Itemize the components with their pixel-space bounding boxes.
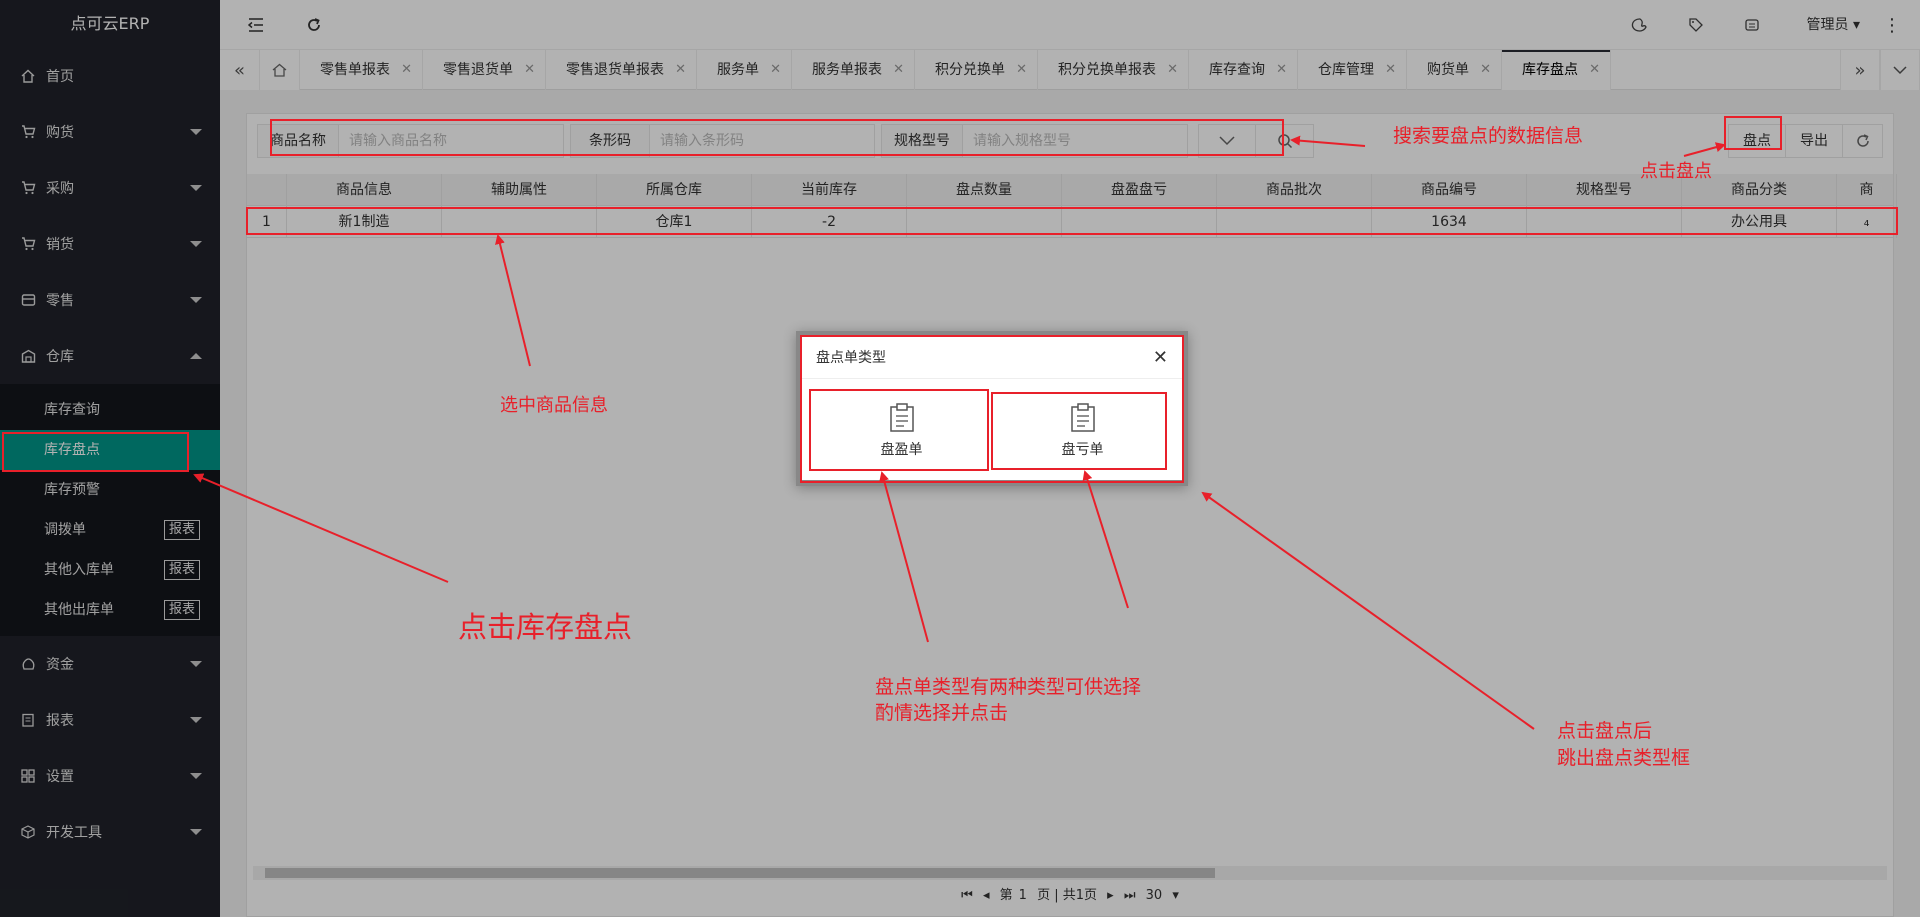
annotation-popup-note-2: 跳出盘点类型框 bbox=[1557, 747, 1691, 769]
annotation-box-sidebar bbox=[2, 432, 189, 472]
annotation-box-surplus bbox=[809, 389, 989, 471]
annotation-box-deficit bbox=[991, 392, 1167, 470]
annotation-search-note: 搜索要盘点的数据信息 bbox=[1393, 125, 1584, 147]
annotation-click-stocktake: 点击盘点 bbox=[1640, 161, 1712, 182]
annotation-select-product: 选中商品信息 bbox=[500, 395, 608, 416]
annotation-box-stocktake bbox=[1724, 116, 1782, 150]
annotation-box-row bbox=[246, 207, 1898, 235]
annotation-dialog-note-2: 酌情选择并点击 bbox=[875, 702, 1009, 724]
annotation-click-inventory: 点击库存盘点 bbox=[458, 610, 633, 644]
annotation-box-search bbox=[270, 119, 1284, 156]
annotation-dialog-note-1: 盘点单类型有两种类型可供选择 bbox=[875, 676, 1142, 698]
annotation-popup-note-1: 点击盘点后 bbox=[1557, 720, 1653, 742]
